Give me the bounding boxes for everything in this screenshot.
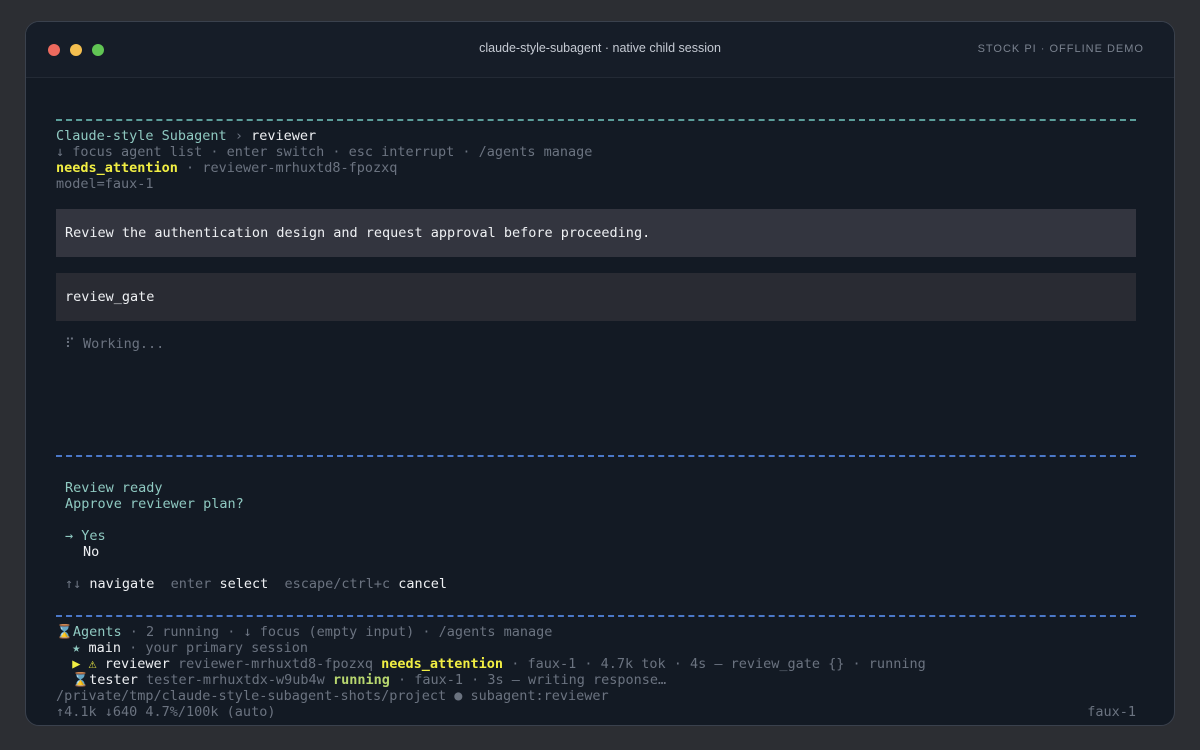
breadcrumb: Claude-style Subagent › reviewer bbox=[56, 128, 316, 144]
breadcrumb-separator: › bbox=[226, 128, 252, 144]
navigate-hint: navigate bbox=[81, 576, 171, 592]
agents-summary: · 2 running · ↓ focus (empty input) · /a… bbox=[121, 624, 553, 640]
tool-call-block: review_gate bbox=[56, 273, 1136, 321]
demo-badge: STOCK PI · OFFLINE DEMO bbox=[977, 43, 1144, 55]
breadcrumb-current: reviewer bbox=[251, 128, 317, 144]
selection-arrow-icon: → bbox=[65, 528, 82, 544]
star-icon: ★ bbox=[56, 640, 89, 656]
agent-name: tester bbox=[89, 672, 138, 688]
agent-name: reviewer bbox=[104, 656, 170, 672]
working-directory: /private/tmp/claude-style-subagent-shots… bbox=[56, 688, 609, 704]
dialog-divider-top bbox=[56, 455, 1136, 457]
footer-model: faux-1 bbox=[1087, 704, 1136, 720]
breadcrumb-root: Claude-style Subagent bbox=[56, 128, 227, 144]
user-prompt-text: Review the authentication design and req… bbox=[65, 225, 651, 241]
status-separator: · bbox=[177, 160, 203, 176]
option-yes[interactable]: → Yes bbox=[65, 528, 106, 544]
tool-call-name: review_gate bbox=[65, 289, 155, 305]
model-label: model=faux-1 bbox=[56, 176, 154, 192]
session-id: reviewer-mrhuxtd8-fpozxq bbox=[202, 160, 398, 176]
agent-row-tester[interactable]: ⌛tester tester-mrhuxtdx-w9ub4w running ·… bbox=[56, 672, 666, 688]
agent-details: · faux-1 · 3s — writing response… bbox=[389, 672, 667, 688]
agent-status-line: needs_attention · reviewer-mrhuxtd8-fpoz… bbox=[56, 160, 397, 176]
select-hint: select bbox=[211, 576, 285, 592]
keyboard-hints: ↓ focus agent list · enter switch · esc … bbox=[56, 144, 593, 160]
dialog-hints: ↑↓ navigate enter select escape/ctrl+c c… bbox=[65, 576, 447, 592]
user-prompt-message: Review the authentication design and req… bbox=[56, 209, 1136, 257]
option-yes-label: Yes bbox=[81, 528, 106, 544]
agent-status: needs_attention bbox=[381, 656, 504, 672]
hourglass-icon: ⌛ bbox=[56, 672, 90, 688]
working-indicator: ⠏ Working... bbox=[65, 336, 164, 352]
agent-description: · your primary session bbox=[121, 640, 308, 656]
navigate-keys: ↑↓ bbox=[65, 576, 82, 592]
warning-icon: ▶ ⚠ bbox=[56, 656, 105, 672]
terminal-window: claude-style-subagent · native child ses… bbox=[25, 21, 1175, 726]
agents-header: ⌛Agents · 2 running · ↓ focus (empty inp… bbox=[56, 624, 552, 640]
spinner-icon: ⠏ bbox=[65, 336, 75, 352]
option-no-label: No bbox=[83, 544, 100, 560]
agent-status: running bbox=[332, 672, 390, 688]
hourglass-icon: ⌛ bbox=[56, 624, 73, 640]
enter-key: enter bbox=[170, 576, 212, 592]
agents-label: Agents bbox=[72, 624, 122, 640]
cancel-hint: cancel bbox=[390, 576, 448, 592]
agent-row-main[interactable]: ★ main · your primary session bbox=[56, 640, 308, 656]
terminal-content: Claude-style Subagent › reviewer ↓ focus… bbox=[56, 94, 1136, 725]
agent-name: main bbox=[88, 640, 122, 656]
dialog-divider-bottom bbox=[56, 615, 1136, 617]
agent-row-reviewer[interactable]: ▶ ⚠ reviewer reviewer-mrhuxtd8-fpozxq ne… bbox=[56, 656, 926, 672]
usage-bar: ↑4.1k ↓640 4.7%/100k (auto) faux-1 bbox=[56, 704, 1136, 720]
token-usage: ↑4.1k ↓640 4.7%/100k (auto) bbox=[56, 704, 276, 720]
agent-details: · faux-1 · 4.7k tok · 4s — review_gate {… bbox=[503, 656, 926, 672]
dialog-question: Approve reviewer plan? bbox=[65, 496, 244, 512]
cancel-keys: escape/ctrl+c bbox=[284, 576, 391, 592]
title-bar: claude-style-subagent · native child ses… bbox=[26, 22, 1174, 78]
agent-session-id: tester-mrhuxtdx-w9ub4w bbox=[137, 672, 333, 688]
header-divider bbox=[56, 119, 1136, 121]
option-no[interactable]: No bbox=[83, 544, 99, 560]
status-badge: needs_attention bbox=[56, 160, 178, 176]
agent-session-id: reviewer-mrhuxtd8-fpozxq bbox=[169, 656, 382, 672]
dialog-title: Review ready bbox=[65, 480, 163, 496]
working-text: Working... bbox=[74, 336, 165, 352]
